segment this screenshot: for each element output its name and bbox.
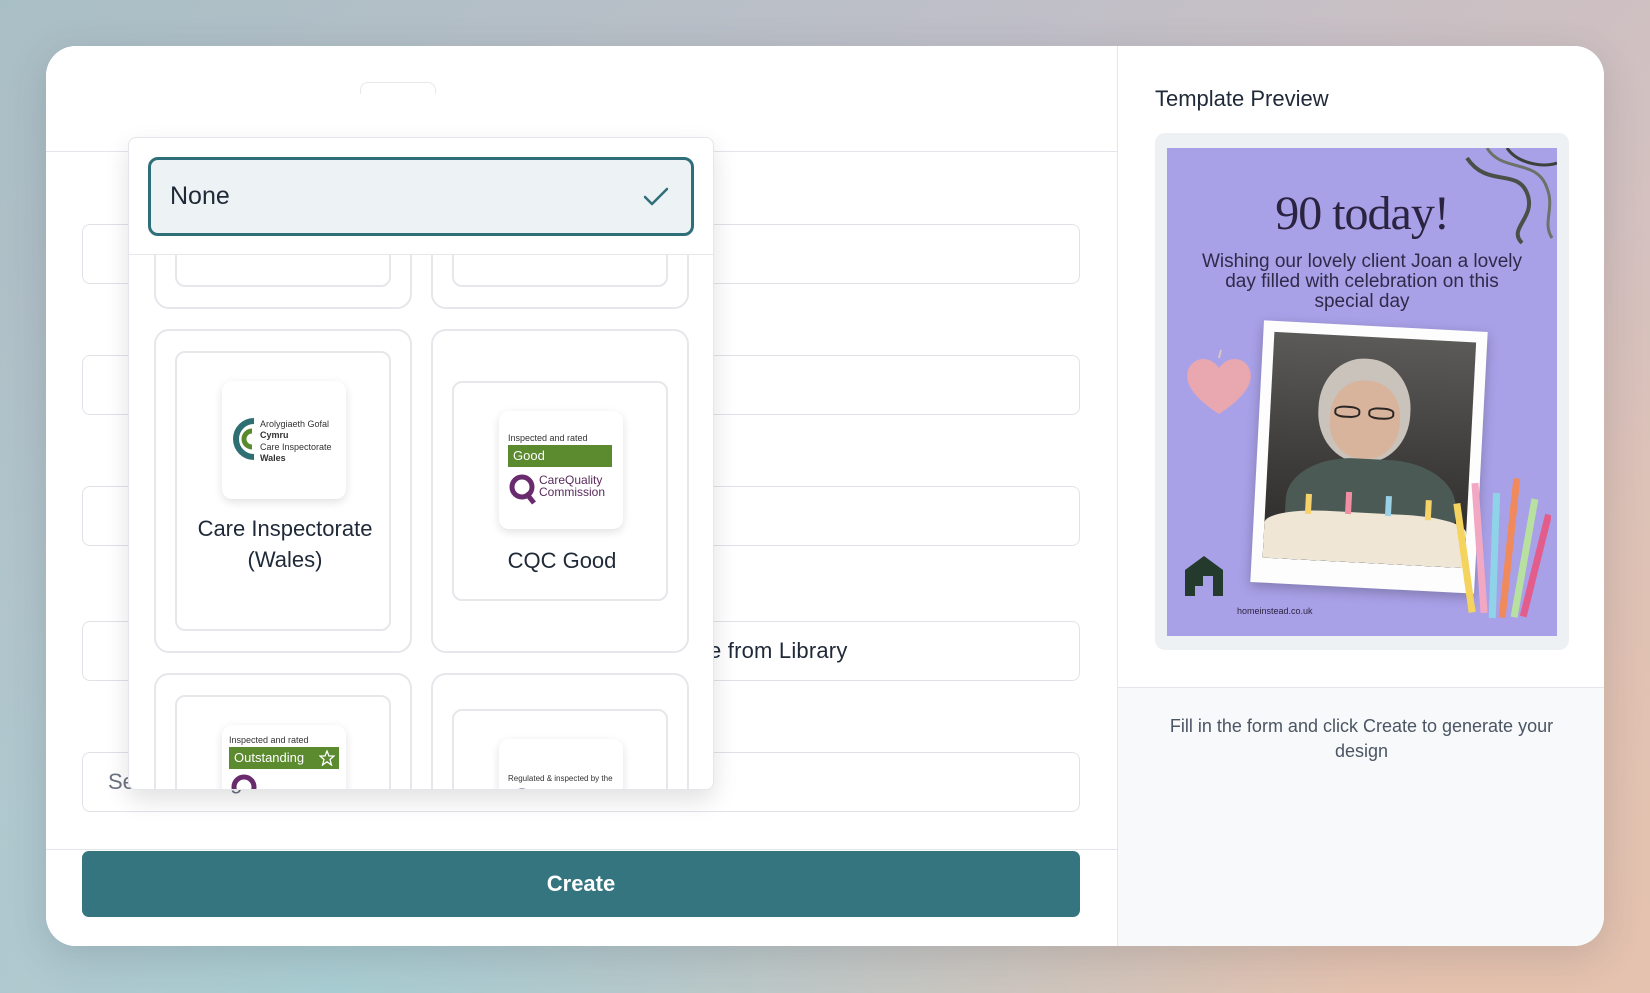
- regulated-logo-caption: Regulated & inspected by the: [508, 774, 613, 783]
- badge-option-cqc-outstanding[interactable]: Inspected and rated Outstanding: [154, 673, 412, 789]
- badge-option-inner: Arolygiaeth Gofal Cymru Care Inspectorat…: [175, 351, 391, 631]
- cqc-q-icon: [518, 788, 526, 789]
- cqc-logo-caption: Inspected and rated: [229, 735, 309, 745]
- checkmark-icon: [643, 187, 669, 206]
- logo-line-3: Care Inspectorate: [260, 442, 332, 452]
- cqc-brand-line-2: Commission: [539, 485, 606, 499]
- cqc-outstanding-logo: Inspected and rated Outstanding: [222, 725, 346, 789]
- badge-option-label: CQC Good: [507, 548, 617, 573]
- badge-option-label: Care Inspectorate (Wales): [197, 516, 373, 572]
- badge-option-inner: [452, 255, 668, 287]
- cqc-good-logo: Inspected and rated Good CareQuality Com…: [499, 411, 623, 529]
- badge-option-inner: Inspected and rated Outstanding: [175, 695, 391, 789]
- badge-option-regulated[interactable]: Regulated & inspected by the: [431, 673, 689, 789]
- template-preview-image: 90 today! Wishing our lovely client Joan…: [1167, 148, 1557, 636]
- cqc-q-icon: [509, 474, 536, 505]
- footer-divider: [46, 849, 1117, 850]
- preview-headline: 90 today!: [1275, 187, 1450, 240]
- preview-photo: [1262, 331, 1477, 569]
- home-instead-logo-icon: [1185, 556, 1223, 596]
- preview-section: Template Preview 90 today! Wishing our l…: [1118, 46, 1604, 688]
- preview-pane: Template Preview 90 today! Wishing our l…: [1117, 46, 1604, 946]
- care-inspectorate-wales-logo: Arolygiaeth Gofal Cymru Care Inspectorat…: [222, 381, 346, 499]
- badge-option-inner: Inspected and rated Good CareQuality Com…: [452, 381, 668, 601]
- selected-option-label: None: [170, 182, 230, 210]
- cqc-rating-bar: Good: [508, 445, 612, 467]
- logo-line-4: Wales: [260, 453, 286, 463]
- create-button[interactable]: Create: [82, 851, 1080, 917]
- badge-option-inner: [175, 255, 391, 287]
- logo-line-1: Arolygiaeth Gofal: [260, 419, 330, 429]
- badge-options-grid: Arolygiaeth Gofal Cymru Care Inspectorat…: [129, 255, 713, 789]
- cqc-logo-caption: Inspected and rated: [508, 433, 588, 443]
- cqc-rating-label: Outstanding: [234, 750, 305, 765]
- heart-icon: [1187, 349, 1251, 414]
- badge-option-partial-1[interactable]: [154, 255, 412, 309]
- tab-hint: [360, 82, 436, 94]
- badge-option-inner: Regulated & inspected by the: [452, 709, 668, 789]
- preview-website: homeinstead.co.uk: [1237, 606, 1313, 616]
- care-inspectorate-c-icon: [233, 418, 255, 460]
- regulated-logo: Regulated & inspected by the: [499, 739, 623, 789]
- cqc-q-icon: [231, 774, 257, 789]
- badge-dropdown[interactable]: None Arolygiaeth Gofal Cymru Care Inspec…: [128, 137, 714, 790]
- preview-hint: Fill in the form and click Create to gen…: [1169, 716, 1554, 761]
- preview-frame: 90 today! Wishing our lovely client Joan…: [1155, 133, 1569, 650]
- badge-option-cqc-good[interactable]: Inspected and rated Good CareQuality Com…: [431, 329, 689, 653]
- logo-line-2: Cymru: [260, 430, 289, 440]
- badge-option-none[interactable]: None: [148, 157, 694, 236]
- create-button-label: Create: [546, 871, 616, 896]
- candles-decoration-icon: [1453, 478, 1551, 619]
- badge-option-partial-2[interactable]: [431, 255, 689, 309]
- star-icon: [319, 750, 335, 766]
- preview-title: Template Preview: [1155, 86, 1329, 111]
- badge-option-care-inspectorate-wales[interactable]: Arolygiaeth Gofal Cymru Care Inspectorat…: [154, 329, 412, 653]
- cqc-rating-bar: Outstanding: [229, 747, 339, 769]
- preview-message: Wishing our lovely client Joan a lovely …: [1202, 251, 1522, 312]
- app-card: Choose from Library Select a badge Creat…: [46, 46, 1604, 946]
